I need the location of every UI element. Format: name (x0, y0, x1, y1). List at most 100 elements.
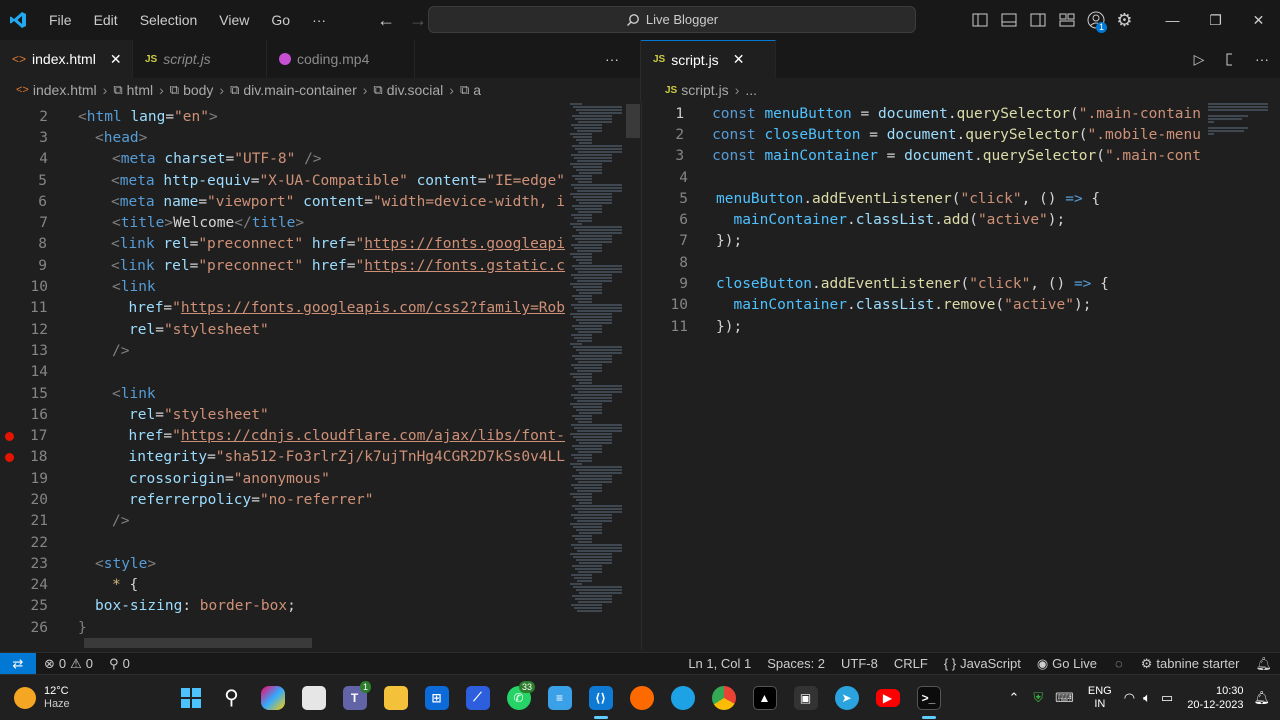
weather-widget[interactable]: 12°C Haze (0, 685, 170, 711)
start-button[interactable] (170, 675, 211, 720)
code-line[interactable]: 9 <link rel="preconnect" href="https://fo… (0, 255, 565, 276)
store-icon[interactable]: ⊞ (416, 675, 457, 720)
code-line[interactable]: 10 mainContainer.classList.remove("activ… (642, 295, 1201, 316)
toggle-secondary-sidebar-icon[interactable] (1023, 0, 1052, 40)
youtube-icon[interactable]: ▶ (867, 675, 908, 720)
minimize-button[interactable]: — (1151, 0, 1194, 40)
close-window-button[interactable]: ✕ (1237, 0, 1280, 40)
code-line[interactable]: 6 mainContainer.classList.add("active"); (642, 209, 1201, 230)
more-actions-icon[interactable]: ··· (1244, 40, 1280, 78)
media-player-icon[interactable]: ▣ (785, 675, 826, 720)
close-tab-icon[interactable]: ✕ (733, 51, 745, 68)
tab-index-html[interactable]: <> index.html ✕ (0, 40, 133, 78)
ports-indicator[interactable]: ⚲ 0 (101, 656, 138, 672)
notifications-bell-icon[interactable]: 🔔︎ (1247, 656, 1280, 672)
whatsapp-icon[interactable]: ✆ 33 (498, 675, 539, 720)
minimap-right[interactable] (1208, 102, 1278, 142)
code-line[interactable]: 20 referrerpolicy="no-referrer" (0, 489, 565, 510)
maximize-button[interactable]: ❐ (1194, 0, 1237, 40)
breakpoint-icon[interactable] (0, 452, 20, 462)
encoding[interactable]: UTF-8 (833, 656, 886, 671)
code-line[interactable]: 4 <meta charset="UTF-8" /> (0, 149, 565, 170)
wifi-icon[interactable]: ◠ (1120, 690, 1139, 706)
breadcrumb-item[interactable]: div.main-container (243, 82, 356, 98)
copilot-icon[interactable] (252, 675, 293, 720)
js-editor[interactable]: 1 const menuButton = document.querySelect… (641, 102, 1201, 650)
code-line[interactable]: 18 integrity="sha512-Fo3rlrZj/k7ujTnHg4CG… (0, 447, 565, 468)
tab-script-js[interactable]: JS script.js (133, 40, 267, 78)
code-line[interactable]: 12 rel="stylesheet" (0, 319, 565, 340)
cursor-position[interactable]: Ln 1, Col 1 (680, 656, 759, 671)
file-explorer-icon[interactable] (375, 675, 416, 720)
notification-center-icon[interactable]: 🔔︎ (1251, 690, 1280, 706)
gear-icon[interactable]: ⚙ (1110, 0, 1139, 40)
terminal-icon[interactable]: >_ (908, 675, 949, 720)
indentation[interactable]: Spaces: 2 (759, 656, 833, 671)
code-line[interactable]: 7}); (642, 231, 1201, 252)
code-line[interactable]: 7 <title>Welcome</title> (0, 212, 565, 233)
notepad-icon[interactable]: ≡ (539, 675, 580, 720)
teams-chat-icon[interactable]: T1 (334, 675, 375, 720)
back-arrow-icon[interactable]: ← (377, 10, 395, 31)
html-editor[interactable]: 2 <html lang="en"> 3 <head> 4 <meta charset="… (0, 102, 565, 650)
code-line[interactable]: 2 <html lang="en"> (0, 106, 565, 127)
code-line[interactable]: 10 <link (0, 276, 565, 297)
code-line[interactable]: 22 (0, 532, 565, 553)
code-line[interactable]: 11 href="https://fonts.googleapis.com/css… (0, 298, 565, 319)
customize-layout-icon[interactable] (1052, 0, 1081, 40)
defender-icon[interactable]: ⛨ (1027, 690, 1049, 706)
more-actions-icon[interactable]: ··· (584, 40, 640, 78)
toggle-panel-icon[interactable] (994, 0, 1023, 40)
code-line[interactable]: 25 box-sizing: border-box; (0, 596, 565, 617)
telegram-icon[interactable]: ➤ (826, 675, 867, 720)
code-line[interactable]: 24 * { (0, 575, 565, 596)
code-line[interactable]: 3 const mainContainer = document.querySel… (642, 146, 1201, 167)
tab-script-js-right[interactable]: JS script.js ✕ (641, 40, 776, 78)
code-line[interactable]: 26} (0, 617, 565, 638)
minimap-left[interactable] (570, 102, 626, 650)
code-line[interactable]: 8 <link rel="preconnect" href="https://fo… (0, 234, 565, 255)
power-automate-icon[interactable]: ⟋ (457, 675, 498, 720)
code-line[interactable]: 11}); (642, 316, 1201, 337)
breadcrumb-item[interactable]: div.social (387, 82, 444, 98)
menu-selection[interactable]: Selection (129, 0, 209, 40)
menu-edit[interactable]: Edit (83, 0, 129, 40)
code-line[interactable]: 17 href="https://cdnjs.cloudflare.com/aja… (0, 425, 565, 446)
go-live-button[interactable]: ◉ Go Live (1029, 656, 1105, 672)
code-line[interactable]: 4 (642, 167, 1201, 188)
edge-icon[interactable] (662, 675, 703, 720)
code-line[interactable]: 3 <head> (0, 127, 565, 148)
code-line[interactable]: 2 const closeButton = document.querySelec… (642, 124, 1201, 145)
code-line[interactable]: 5 <meta http-equiv="X-UA-Compatible" cont… (0, 170, 565, 191)
keyboard-icon[interactable]: ⌨ (1049, 690, 1080, 706)
code-line[interactable]: 15 <link (0, 383, 565, 404)
task-view-icon[interactable] (293, 675, 334, 720)
code-line[interactable]: 21 /> (0, 511, 565, 532)
volume-icon[interactable]: 🔈︎ (1139, 690, 1155, 706)
menu-more[interactable]: ··· (301, 0, 337, 40)
code-line[interactable]: 23 <style> (0, 553, 565, 574)
code-line[interactable]: 14 (0, 362, 565, 383)
toggle-primary-sidebar-icon[interactable] (965, 0, 994, 40)
breadcrumb-item[interactable]: a (473, 82, 481, 98)
remote-indicator-icon[interactable]: ⇄ (0, 652, 36, 675)
split-editor-icon[interactable] (1214, 40, 1244, 78)
horizontal-scrollbar[interactable] (84, 638, 312, 648)
command-center-search[interactable]: Live Blogger (428, 6, 916, 33)
breadcrumb-item[interactable]: ... (745, 82, 757, 98)
close-tab-icon[interactable]: ✕ (110, 51, 122, 68)
battery-icon[interactable]: ▭ (1155, 690, 1179, 706)
code-line[interactable]: 9 closeButton.addEventListener("click", (… (642, 273, 1201, 294)
chrome-icon[interactable] (703, 675, 744, 720)
breadcrumb-item[interactable]: script.js (681, 82, 728, 98)
firefox-icon[interactable] (621, 675, 662, 720)
code-line[interactable]: 13 /> (0, 340, 565, 361)
language-mode[interactable]: { } JavaScript (936, 656, 1029, 671)
menu-view[interactable]: View (208, 0, 260, 40)
vertical-scrollbar[interactable] (626, 104, 640, 138)
code-line[interactable]: 8 (642, 252, 1201, 273)
language-indicator[interactable]: ENG IN (1080, 685, 1120, 711)
inkscape-icon[interactable]: ▲ (744, 675, 785, 720)
account-icon[interactable]: 1 (1081, 0, 1110, 40)
code-line[interactable]: 19 crossorigin="anonymous" (0, 468, 565, 489)
